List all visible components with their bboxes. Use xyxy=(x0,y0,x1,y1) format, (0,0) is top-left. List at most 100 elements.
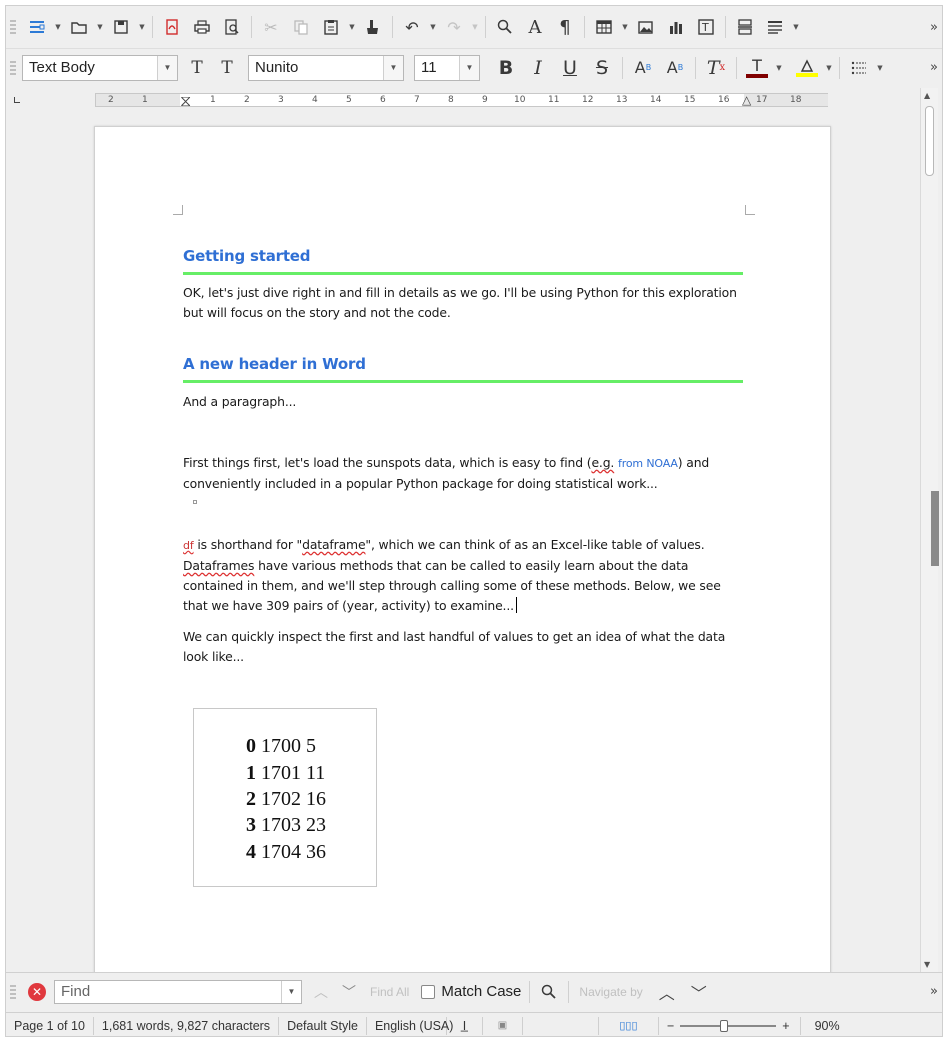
copy-icon[interactable] xyxy=(286,13,316,41)
save-dropdown-arrow[interactable]: ▼ xyxy=(136,13,148,41)
clear-formatting-button[interactable]: Tx xyxy=(700,54,732,82)
chevron-down-icon[interactable]: ▼ xyxy=(157,55,177,80)
font-color-icon[interactable]: T xyxy=(741,54,773,82)
list-dropdown-arrow[interactable]: ▼ xyxy=(874,54,886,82)
find-input[interactable]: Find ▼ xyxy=(54,979,302,1004)
paragraph-dataframe[interactable]: df is shorthand for "dataframe", which w… xyxy=(183,535,743,616)
match-case-checkbox[interactable] xyxy=(421,984,436,999)
page-style[interactable]: Default Style xyxy=(279,1016,367,1035)
heading-getting-started[interactable]: Getting started xyxy=(183,245,743,275)
document-modified-icon[interactable]: ▣ xyxy=(483,1016,523,1035)
open-folder-icon[interactable] xyxy=(64,13,94,41)
word-count[interactable]: 1,681 words, 9,827 characters xyxy=(94,1016,280,1035)
find-all-button[interactable]: Find All xyxy=(370,985,409,999)
selection-mode[interactable] xyxy=(523,1016,599,1035)
navigate-up-icon[interactable]: ︿ xyxy=(659,980,675,1004)
close-find-bar-icon[interactable]: ✕ xyxy=(28,982,46,1001)
vertical-scrollbar[interactable]: ▲ ▼ xyxy=(920,88,939,972)
page-count[interactable]: Page 1 of 10 xyxy=(6,1016,94,1035)
paragraph-intro[interactable]: OK, let's just dive right in and fill in… xyxy=(183,283,743,323)
highlight-dropdown-arrow[interactable]: ▼ xyxy=(823,54,835,82)
zoom-in-button[interactable]: + xyxy=(782,1019,789,1033)
field-dropdown-arrow[interactable]: ▼ xyxy=(790,13,802,41)
new-style-icon[interactable]: T xyxy=(212,54,242,82)
subscript-button[interactable]: AB xyxy=(659,54,691,82)
insert-image-icon[interactable] xyxy=(631,13,661,41)
paragraph-sunspots[interactable]: First things first, let's load the sunsp… xyxy=(183,453,743,494)
insert-table-icon[interactable] xyxy=(589,13,619,41)
undo-icon[interactable]: ↶ xyxy=(397,13,427,41)
zoom-level[interactable]: 90% xyxy=(799,1016,848,1035)
superscript-button[interactable]: AB xyxy=(627,54,659,82)
scroll-up-arrow[interactable]: ▲ xyxy=(924,91,930,100)
bullet-list-icon[interactable] xyxy=(844,54,874,82)
open-dropdown-arrow[interactable]: ▼ xyxy=(94,13,106,41)
redo-icon[interactable]: ↷ xyxy=(439,13,469,41)
font-name-combo[interactable]: Nunito ▼ xyxy=(248,54,404,81)
scroll-down-arrow[interactable]: ▼ xyxy=(924,960,930,969)
zoom-out-button[interactable]: − xyxy=(667,1019,674,1033)
font-color-dropdown-arrow[interactable]: ▼ xyxy=(773,54,785,82)
table-dropdown-arrow[interactable]: ▼ xyxy=(619,13,631,41)
indent-marker-icon[interactable]: ⧖ xyxy=(180,91,191,111)
redo-dropdown-arrow[interactable]: ▼ xyxy=(469,13,481,41)
scrollbar-thumb[interactable] xyxy=(925,106,934,176)
tab-type-icon[interactable] xyxy=(14,97,20,103)
document-page[interactable]: Getting started OK, let's just dive righ… xyxy=(94,126,831,972)
undo-dropdown-arrow[interactable]: ▼ xyxy=(427,13,439,41)
cut-icon[interactable]: ✂ xyxy=(256,13,286,41)
zoom-slider-knob[interactable] xyxy=(720,1019,729,1032)
insert-textbox-icon[interactable]: T xyxy=(691,13,721,41)
data-table-image[interactable]: 0 1700 5 1 1701 11 2 1702 16 3 1703 23 4… xyxy=(193,708,377,887)
new-document-icon[interactable] xyxy=(22,13,52,41)
clone-formatting-icon[interactable] xyxy=(358,13,388,41)
chevron-down-icon[interactable]: ▼ xyxy=(383,55,403,80)
highlight-color-icon[interactable] xyxy=(791,54,823,82)
print-icon[interactable] xyxy=(187,13,217,41)
find-replace-icon[interactable] xyxy=(534,978,564,1006)
insert-mode-icon[interactable]: I̲ xyxy=(447,1016,483,1035)
paragraph-inspect[interactable]: We can quickly inspect the first and las… xyxy=(183,627,743,667)
toolbar-overflow-button[interactable]: » xyxy=(930,20,938,35)
toolbar-overflow-button[interactable]: » xyxy=(930,984,938,999)
noaa-link[interactable]: from NOAA xyxy=(618,457,678,470)
bold-button[interactable]: B xyxy=(490,54,522,82)
update-style-icon[interactable]: T xyxy=(182,54,212,82)
toolbar-grip[interactable] xyxy=(10,984,16,999)
navigate-down-icon[interactable]: ﹀ xyxy=(691,980,707,1004)
language[interactable]: English (USA) xyxy=(367,1016,453,1035)
zoom-slider[interactable] xyxy=(680,1019,777,1032)
paste-icon[interactable] xyxy=(316,13,346,41)
find-next-icon[interactable]: ﹀ xyxy=(342,982,356,1002)
new-dropdown-arrow[interactable]: ▼ xyxy=(52,13,64,41)
find-previous-icon[interactable]: ︿ xyxy=(314,982,328,1002)
insert-chart-icon[interactable] xyxy=(661,13,691,41)
spelling-icon[interactable]: A xyxy=(520,13,550,41)
find-replace-icon[interactable] xyxy=(490,13,520,41)
paragraph-and[interactable]: And a paragraph... xyxy=(183,392,743,412)
underline-button[interactable]: U xyxy=(554,54,586,82)
right-indent-marker-icon[interactable]: △ xyxy=(742,93,751,107)
toolbar-grip[interactable] xyxy=(10,60,16,75)
export-pdf-icon[interactable] xyxy=(157,13,187,41)
match-case-label[interactable]: Match Case xyxy=(441,983,521,1000)
paste-dropdown-arrow[interactable]: ▼ xyxy=(346,13,358,41)
page-content[interactable]: Getting started OK, let's just dive righ… xyxy=(183,245,743,667)
print-preview-icon[interactable] xyxy=(217,13,247,41)
save-icon[interactable] xyxy=(106,13,136,41)
heading-new-header[interactable]: A new header in Word xyxy=(183,353,743,383)
paragraph-style-combo[interactable]: Text Body ▼ xyxy=(22,54,178,81)
toolbar-overflow-button[interactable]: » xyxy=(930,60,938,75)
strikethrough-button[interactable]: S xyxy=(586,54,618,82)
document-area[interactable]: Getting started OK, let's just dive righ… xyxy=(6,112,920,972)
view-layout-icon[interactable]: ▯▯▯ xyxy=(599,1016,659,1035)
toolbar-grip[interactable] xyxy=(10,20,16,34)
italic-button[interactable]: I xyxy=(522,54,554,82)
insert-field-icon[interactable] xyxy=(760,13,790,41)
font-size-combo[interactable]: 11 ▼ xyxy=(414,54,480,81)
chevron-down-icon[interactable]: ▼ xyxy=(281,980,301,1003)
insert-page-break-icon[interactable] xyxy=(730,13,760,41)
chevron-down-icon[interactable]: ▼ xyxy=(459,55,479,80)
formatting-marks-icon[interactable]: ¶ xyxy=(550,13,580,41)
horizontal-ruler[interactable]: 2 1 ⧖ 1 2 3 4 5 6 7 8 9 10 11 12 13 14 1… xyxy=(95,91,828,110)
